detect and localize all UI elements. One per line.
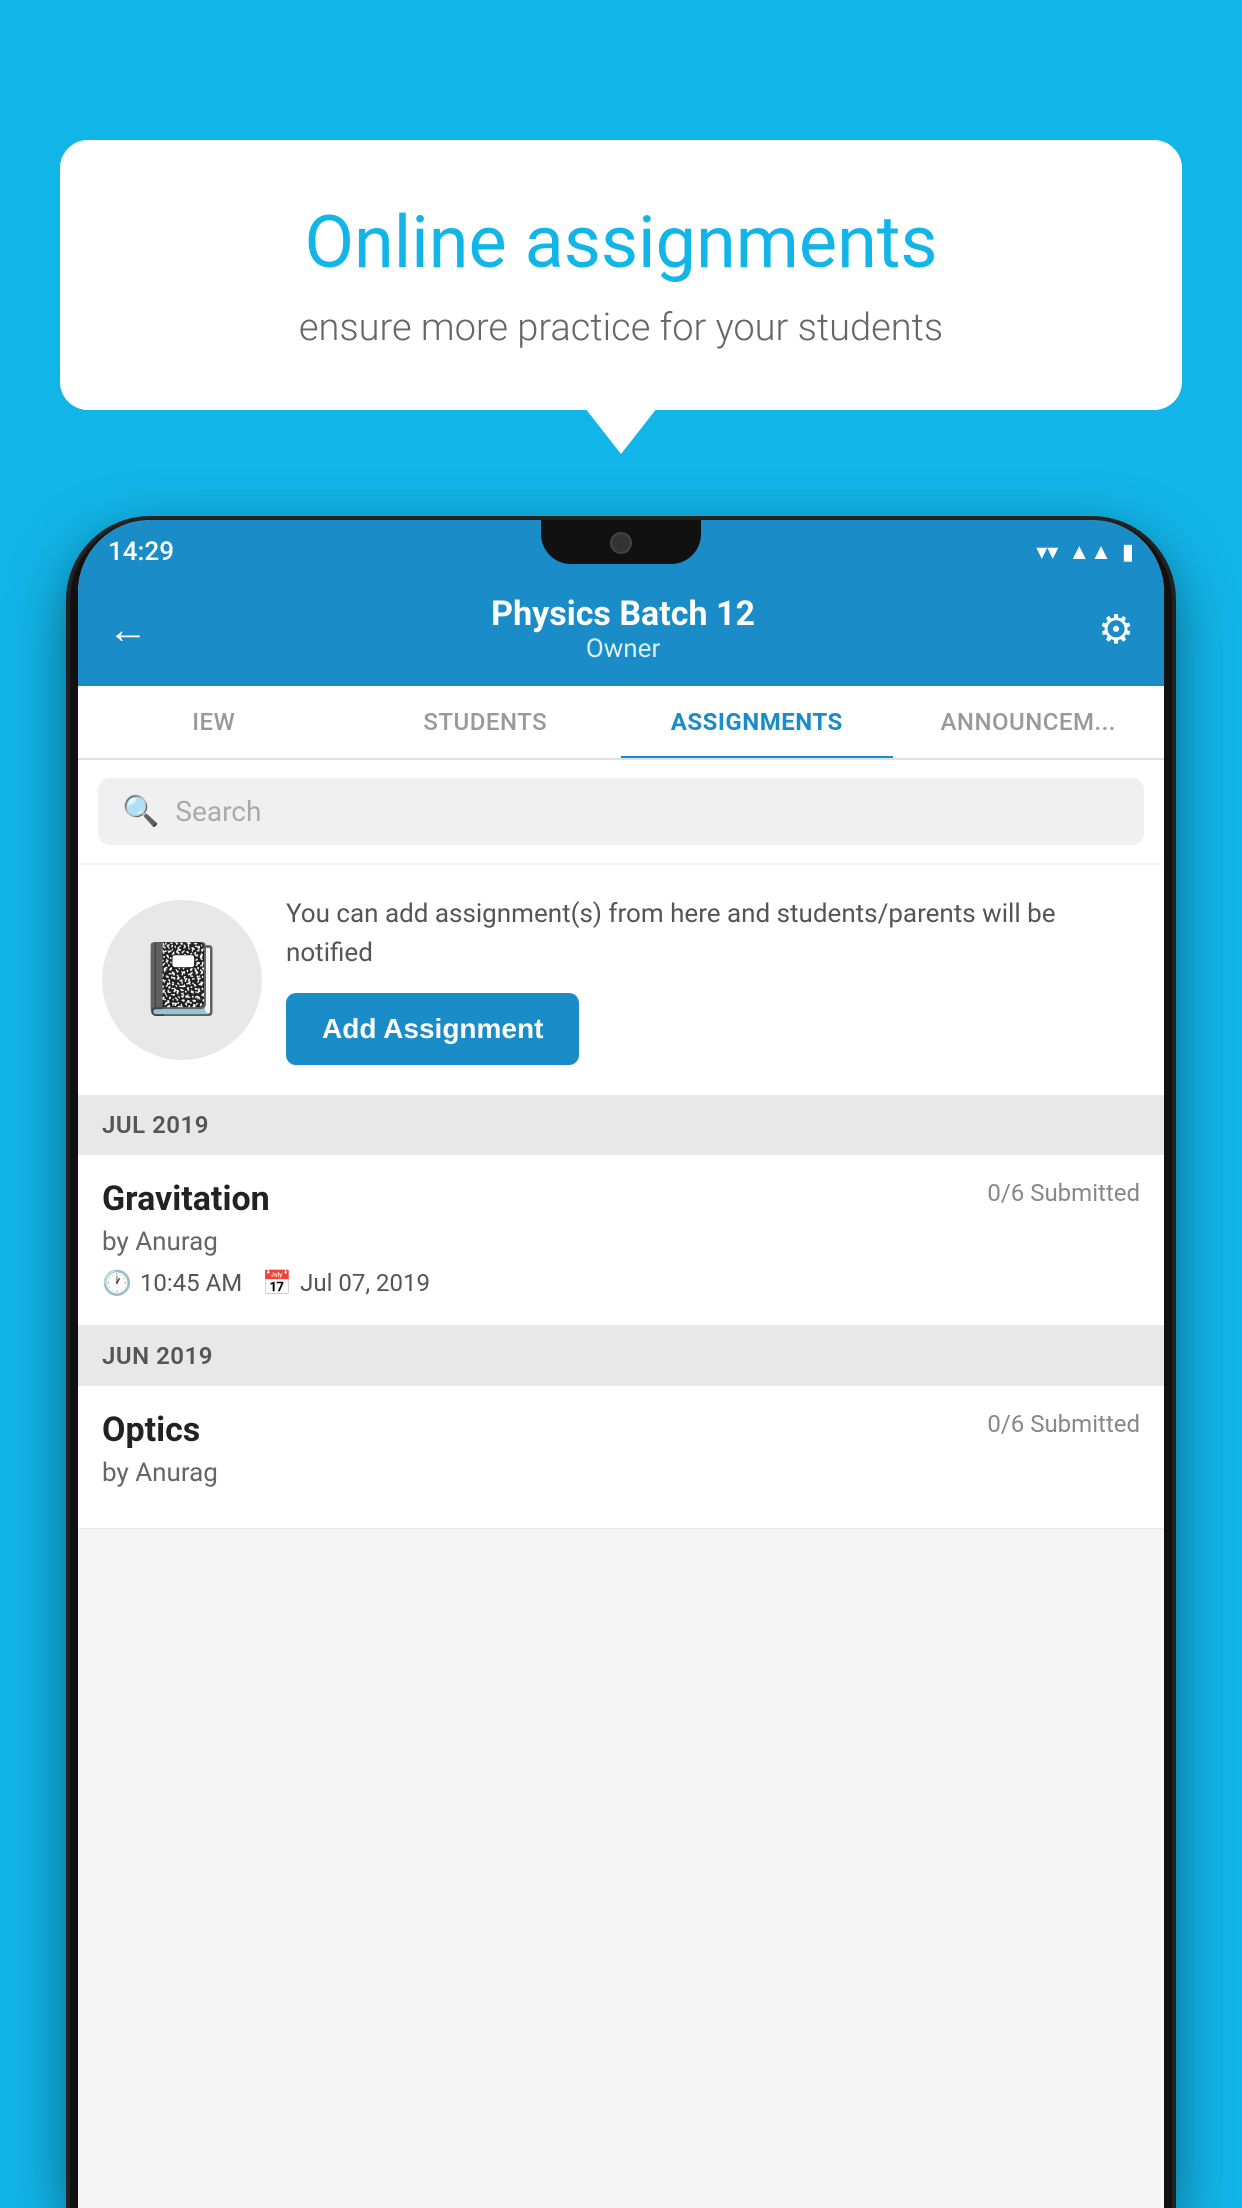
tab-assignments[interactable]: ASSIGNMENTS xyxy=(621,686,893,758)
time-text-gravitation: 10:45 AM xyxy=(140,1269,242,1297)
header-subtitle: Owner xyxy=(491,634,755,664)
search-bar[interactable]: 🔍 Search xyxy=(98,778,1144,845)
clock-icon: 🕐 xyxy=(102,1269,132,1297)
phone-screen: 14:29 ▾▾ ▲▲ ▮ ← Physics Batch 12 Owner ⚙… xyxy=(78,520,1164,2208)
app-header: ← Physics Batch 12 Owner ⚙ xyxy=(78,576,1164,686)
speech-bubble-container: Online assignments ensure more practice … xyxy=(60,140,1182,410)
header-title: Physics Batch 12 xyxy=(491,594,755,634)
tab-iew[interactable]: IEW xyxy=(78,686,350,758)
add-assignment-button[interactable]: Add Assignment xyxy=(286,993,579,1065)
search-bar-wrap: 🔍 Search xyxy=(78,760,1164,863)
tab-announcements[interactable]: ANNOUNCEM... xyxy=(893,686,1165,758)
calendar-icon: 📅 xyxy=(262,1269,292,1297)
settings-icon[interactable]: ⚙ xyxy=(1098,606,1134,653)
notebook-icon: 📓 xyxy=(138,939,225,1021)
wifi-icon: ▾▾ xyxy=(1036,540,1058,565)
phone-frame: 14:29 ▾▾ ▲▲ ▮ ← Physics Batch 12 Owner ⚙… xyxy=(70,520,1172,2208)
battery-icon: ▮ xyxy=(1122,540,1134,565)
empty-state-description: You can add assignment(s) from here and … xyxy=(286,895,1140,973)
signal-icon: ▲▲ xyxy=(1068,539,1112,565)
assignment-author-gravitation: by Anurag xyxy=(102,1227,1140,1257)
tab-bar: IEW STUDENTS ASSIGNMENTS ANNOUNCEM... xyxy=(78,686,1164,760)
assignment-item-gravitation[interactable]: Gravitation 0/6 Submitted by Anurag 🕐 10… xyxy=(78,1155,1164,1326)
section-header-jun: JUN 2019 xyxy=(78,1326,1164,1386)
section-month-jun: JUN 2019 xyxy=(102,1342,213,1370)
tab-students[interactable]: STUDENTS xyxy=(350,686,622,758)
assignment-item-optics[interactable]: Optics 0/6 Submitted by Anurag xyxy=(78,1386,1164,1529)
assignment-time-gravitation: 🕐 10:45 AM xyxy=(102,1269,242,1297)
section-header-jul: JUL 2019 xyxy=(78,1095,1164,1155)
search-icon: 🔍 xyxy=(122,794,159,829)
assignment-row-top: Gravitation 0/6 Submitted xyxy=(102,1179,1140,1219)
assignment-submitted-gravitation: 0/6 Submitted xyxy=(987,1179,1140,1207)
assignment-submitted-optics: 0/6 Submitted xyxy=(987,1410,1140,1438)
header-title-block: Physics Batch 12 Owner xyxy=(491,594,755,664)
assignment-date-gravitation: 📅 Jul 07, 2019 xyxy=(262,1269,430,1297)
bubble-subtitle: ensure more practice for your students xyxy=(130,306,1112,350)
assignment-author-optics: by Anurag xyxy=(102,1458,1140,1488)
speech-bubble: Online assignments ensure more practice … xyxy=(60,140,1182,410)
assignment-meta-gravitation: 🕐 10:45 AM 📅 Jul 07, 2019 xyxy=(102,1269,1140,1297)
section-month-jul: JUL 2019 xyxy=(102,1111,209,1139)
bubble-title: Online assignments xyxy=(130,200,1112,286)
back-button[interactable]: ← xyxy=(108,606,148,653)
search-placeholder: Search xyxy=(175,795,261,828)
content-area: 🔍 Search 📓 You can add assignment(s) fro… xyxy=(78,760,1164,1529)
front-camera xyxy=(610,532,632,554)
status-icons: ▾▾ ▲▲ ▮ xyxy=(1036,539,1134,565)
assignment-name-optics: Optics xyxy=(102,1410,200,1450)
phone-notch xyxy=(541,520,701,564)
assignment-name-gravitation: Gravitation xyxy=(102,1179,270,1219)
status-time: 14:29 xyxy=(108,537,174,567)
date-text-gravitation: Jul 07, 2019 xyxy=(300,1269,430,1297)
assignment-illustration: 📓 xyxy=(102,900,262,1060)
assignment-row-top-optics: Optics 0/6 Submitted xyxy=(102,1410,1140,1450)
empty-state: 📓 You can add assignment(s) from here an… xyxy=(78,865,1164,1095)
empty-state-content: You can add assignment(s) from here and … xyxy=(286,895,1140,1065)
